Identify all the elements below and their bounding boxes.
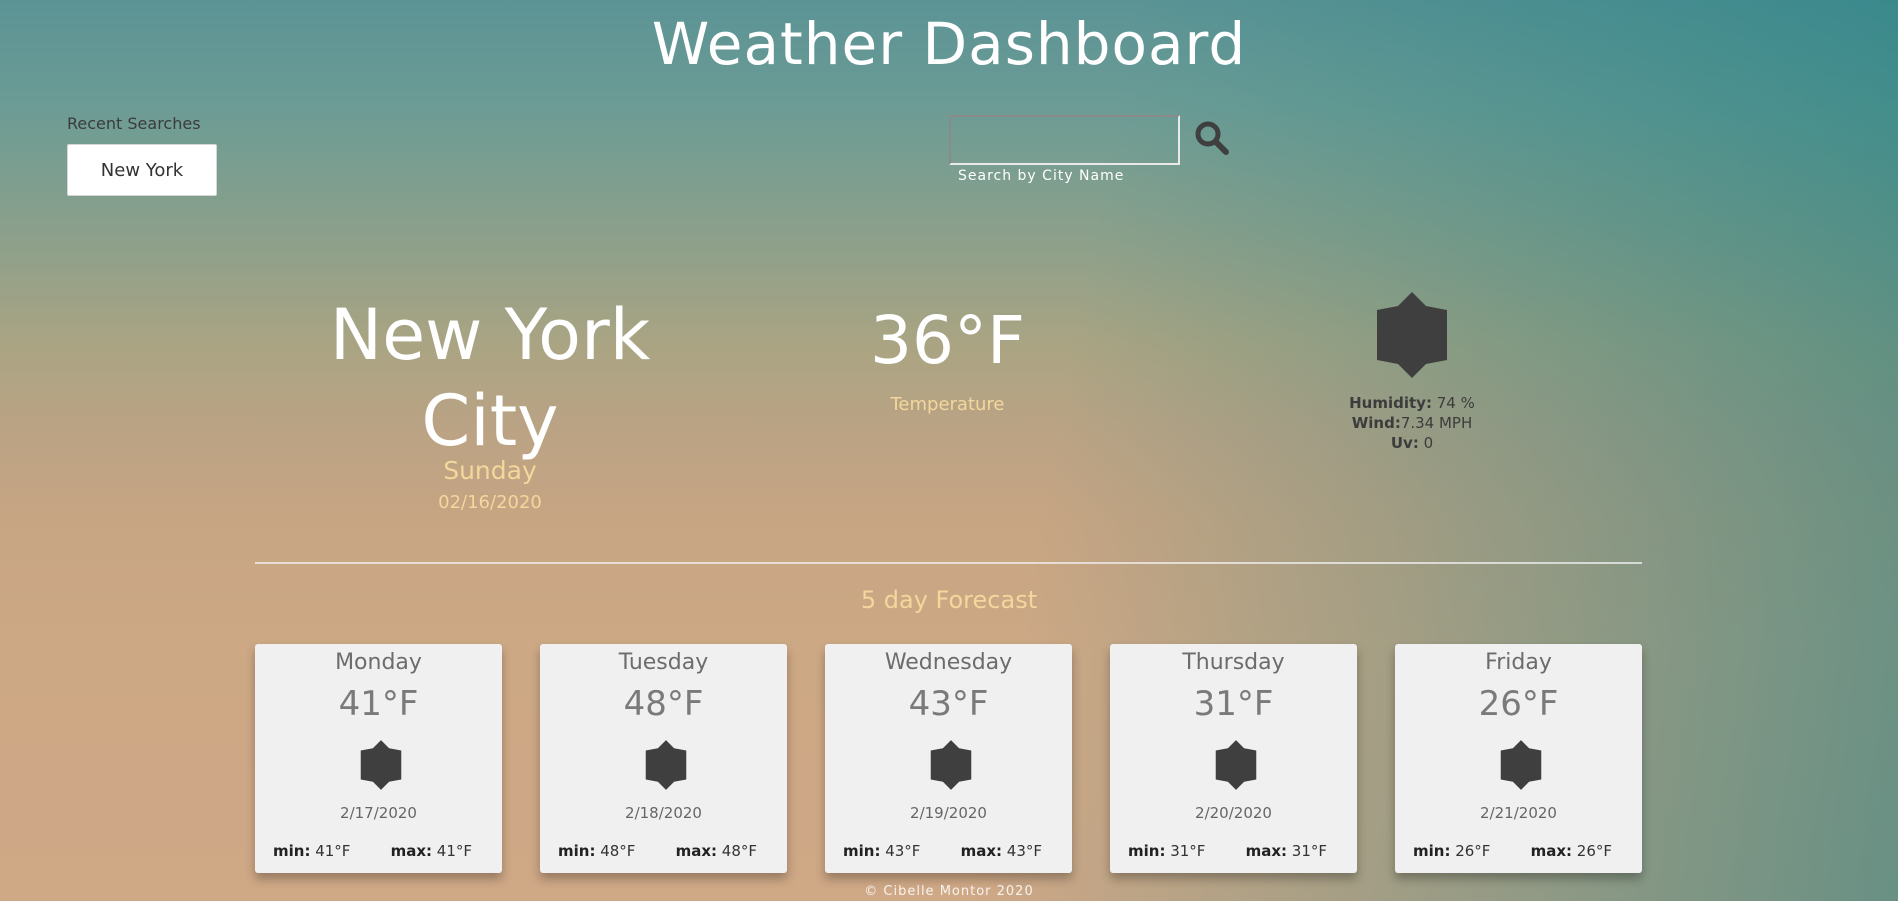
forecast-min: min: 43°F bbox=[843, 842, 920, 860]
max-value: 31°F bbox=[1287, 842, 1327, 860]
search-input[interactable] bbox=[949, 115, 1180, 165]
min-label: min: bbox=[273, 842, 311, 860]
forecast-max: max: 43°F bbox=[961, 842, 1042, 860]
sun-icon bbox=[929, 740, 973, 790]
sun-icon bbox=[1499, 740, 1543, 790]
sun-icon bbox=[644, 740, 688, 790]
max-value: 48°F bbox=[717, 842, 757, 860]
humidity-label: Humidity: bbox=[1349, 394, 1432, 412]
wind-value: 7.34 MPH bbox=[1400, 414, 1473, 432]
footer-copyright: © Cibelle Montor 2020 bbox=[864, 884, 1034, 899]
forecast-date: 2/18/2020 bbox=[625, 804, 702, 822]
page-title: Weather Dashboard bbox=[651, 10, 1247, 78]
search-icon[interactable] bbox=[1194, 120, 1230, 156]
forecast-day: Thursday bbox=[1182, 650, 1285, 675]
forecast-card-thursday: Thursday 31°F 2/20/2020 min: 31°F max: 3… bbox=[1110, 644, 1357, 873]
forecast-max: max: 31°F bbox=[1246, 842, 1327, 860]
humidity-row: Humidity: 74 % bbox=[1300, 393, 1524, 413]
recent-search-button[interactable]: New York bbox=[67, 144, 217, 196]
max-label: max: bbox=[390, 842, 433, 860]
forecast-day: Tuesday bbox=[618, 650, 709, 675]
temperature-label: Temperature bbox=[890, 394, 1005, 415]
search-hint: Search by City Name bbox=[958, 168, 1125, 184]
max-label: max: bbox=[1530, 842, 1573, 860]
forecast-temp: 48°F bbox=[623, 684, 704, 724]
min-value: 41°F bbox=[310, 842, 351, 860]
current-temperature: 36°F bbox=[870, 302, 1025, 379]
max-value: 43°F bbox=[1002, 842, 1042, 860]
max-value: 26°F bbox=[1572, 842, 1612, 860]
sun-icon bbox=[1374, 292, 1450, 378]
forecast-max: max: 48°F bbox=[676, 842, 757, 860]
max-label: max: bbox=[1245, 842, 1288, 860]
forecast-temp: 31°F bbox=[1193, 684, 1274, 724]
forecast-day: Wednesday bbox=[884, 650, 1013, 675]
weather-details: Humidity: 74 % Wind:7.34 MPH Uv: 0 bbox=[1300, 393, 1524, 453]
forecast-max: max: 41°F bbox=[391, 842, 472, 860]
min-value: 26°F bbox=[1450, 842, 1491, 860]
forecast-date: 2/17/2020 bbox=[340, 804, 417, 822]
min-label: min: bbox=[558, 842, 596, 860]
current-date: 02/16/2020 bbox=[438, 492, 542, 513]
min-value: 31°F bbox=[1165, 842, 1206, 860]
forecast-date: 2/21/2020 bbox=[1480, 804, 1557, 822]
sun-icon bbox=[359, 740, 403, 790]
current-day: Sunday bbox=[443, 456, 537, 485]
humidity-value: 74 % bbox=[1431, 394, 1475, 412]
forecast-min: min: 26°F bbox=[1413, 842, 1490, 860]
min-label: min: bbox=[1128, 842, 1166, 860]
forecast-card-monday: Monday 41°F 2/17/2020 min: 41°F max: 41°… bbox=[255, 644, 502, 873]
min-value: 43°F bbox=[880, 842, 921, 860]
forecast-day: Friday bbox=[1485, 650, 1552, 675]
min-value: 48°F bbox=[595, 842, 636, 860]
uv-value: 0 bbox=[1418, 434, 1434, 452]
forecast-date: 2/20/2020 bbox=[1195, 804, 1272, 822]
min-label: min: bbox=[843, 842, 881, 860]
forecast-min: min: 48°F bbox=[558, 842, 635, 860]
forecast-card-tuesday: Tuesday 48°F 2/18/2020 min: 48°F max: 48… bbox=[540, 644, 787, 873]
forecast-max: max: 26°F bbox=[1531, 842, 1612, 860]
max-value: 41°F bbox=[432, 842, 472, 860]
max-label: max: bbox=[960, 842, 1003, 860]
wind-label: Wind: bbox=[1351, 414, 1401, 432]
uv-label: Uv: bbox=[1390, 434, 1419, 452]
forecast-temp: 43°F bbox=[908, 684, 989, 724]
city-name: New York City bbox=[329, 294, 651, 462]
forecast-min: min: 41°F bbox=[273, 842, 350, 860]
sun-icon bbox=[1214, 740, 1258, 790]
max-label: max: bbox=[675, 842, 718, 860]
forecast-temp: 41°F bbox=[338, 684, 419, 724]
uv-row: Uv: 0 bbox=[1300, 433, 1524, 453]
min-label: min: bbox=[1413, 842, 1451, 860]
forecast-card-wednesday: Wednesday 43°F 2/19/2020 min: 43°F max: … bbox=[825, 644, 1072, 873]
wind-row: Wind:7.34 MPH bbox=[1300, 413, 1524, 433]
forecast-temp: 26°F bbox=[1478, 684, 1559, 724]
forecast-min: min: 31°F bbox=[1128, 842, 1205, 860]
forecast-day: Monday bbox=[335, 650, 422, 675]
forecast-card-friday: Friday 26°F 2/21/2020 min: 26°F max: 26°… bbox=[1395, 644, 1642, 873]
forecast-date: 2/19/2020 bbox=[910, 804, 987, 822]
divider bbox=[255, 562, 1642, 564]
recent-searches-label: Recent Searches bbox=[67, 114, 201, 133]
forecast-title: 5 day Forecast bbox=[860, 586, 1038, 614]
